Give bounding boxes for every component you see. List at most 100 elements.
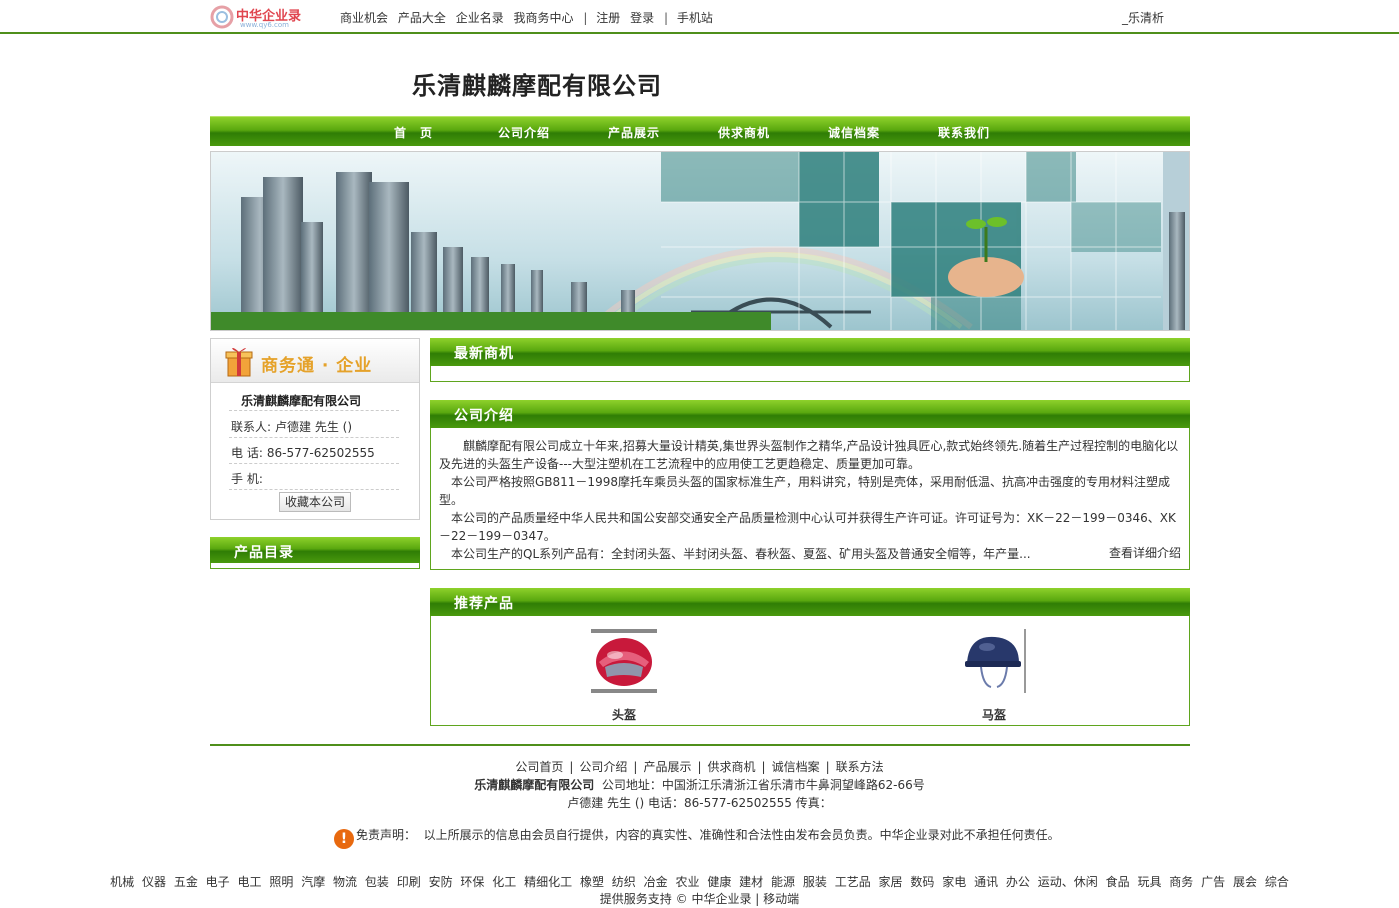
category-link[interactable]: 玩具	[1137, 875, 1161, 889]
top-nav-center[interactable]: 我商务中心	[514, 11, 574, 25]
product-name[interactable]: 头盔	[591, 706, 657, 723]
category-link[interactable]: 数码	[910, 875, 934, 889]
company-intro-text: 麒麟摩配有限公司成立十年来,招募大量设计精英,集世界头盔制作之精华,产品设计独具…	[439, 437, 1183, 563]
latest-business-title: 最新商机	[454, 346, 514, 362]
product-catalog: 产品目录	[210, 537, 420, 569]
category-link[interactable]: 环保	[460, 875, 484, 889]
nav-company-intro[interactable]: 公司介绍	[498, 124, 550, 141]
top-nav-directory[interactable]: 企业名录	[456, 11, 504, 25]
provider-link[interactable]: 中华企业录	[691, 892, 751, 906]
category-link[interactable]: 五金	[174, 875, 198, 889]
separator: |	[761, 760, 766, 774]
product-name[interactable]: 马盔	[961, 706, 1027, 723]
category-link[interactable]: 印刷	[397, 875, 421, 889]
category-link[interactable]: 食品	[1106, 875, 1130, 889]
category-link[interactable]: 运动、休闲	[1038, 875, 1098, 889]
category-link[interactable]: 橡塑	[580, 875, 604, 889]
riding-helmet-image-icon[interactable]	[961, 629, 1027, 695]
nav-supply-demand[interactable]: 供求商机	[718, 124, 770, 141]
category-link[interactable]: 商务	[1169, 875, 1193, 889]
login-link[interactable]: 登录	[630, 11, 654, 25]
contact-value: 卢德建 先生 ()	[275, 420, 353, 434]
separator: |	[755, 892, 760, 906]
view-detail-link[interactable]: 查看详细介绍	[1109, 544, 1181, 561]
category-link[interactable]: 照明	[269, 875, 293, 889]
site-logo[interactable]: 中华企业录 www.qy6.com	[210, 3, 310, 31]
separator: |	[569, 760, 574, 774]
company-intro-title: 公司介绍	[454, 408, 514, 424]
footer-link-credit[interactable]: 诚信档案	[772, 760, 820, 774]
separator: |	[825, 760, 830, 774]
divider	[229, 463, 399, 464]
nav-home[interactable]: 首 页	[394, 124, 433, 141]
helmet-image-icon[interactable]	[591, 629, 657, 695]
warning-icon: !	[334, 829, 354, 849]
phone-value: 86-577-62502555	[266, 446, 375, 460]
category-link[interactable]: 机械	[110, 875, 134, 889]
disclaimer-text: 以上所展示的信息由会员自行提供，内容的真实性、准确性和合法性由发布会员负责。中华…	[423, 828, 1060, 842]
company-card-header: 商务通 · 企业	[211, 339, 419, 383]
recommended-products-title: 推荐产品	[454, 596, 514, 612]
top-nav-products[interactable]: 产品大全	[398, 11, 446, 25]
register-link[interactable]: 注册	[596, 11, 620, 25]
mobile-site-link[interactable]: 手机站	[677, 11, 713, 25]
category-link[interactable]: 广告	[1201, 875, 1225, 889]
category-link[interactable]: 汽摩	[301, 875, 325, 889]
category-link[interactable]: 能源	[771, 875, 795, 889]
category-link[interactable]: 健康	[707, 875, 731, 889]
category-link[interactable]: 电子	[206, 875, 230, 889]
category-link[interactable]: 物流	[333, 875, 357, 889]
top-right-text: _乐清析	[1122, 11, 1165, 25]
product-card[interactable]: 头盔	[591, 629, 657, 723]
intro-paragraph: 麒麟摩配有限公司成立十年来,招募大量设计精英,集世界头盔制作之精华,产品设计独具…	[439, 439, 1179, 471]
nav-products[interactable]: 产品展示	[608, 124, 660, 141]
mobile-label: 手 机:	[231, 472, 263, 486]
gift-icon	[225, 347, 253, 377]
category-link[interactable]: 化工	[492, 875, 516, 889]
category-link[interactable]: 家居	[879, 875, 903, 889]
contact-label: 联系人:	[231, 420, 272, 434]
footer-link-intro[interactable]: 公司介绍	[579, 760, 627, 774]
footer-link-products[interactable]: 产品展示	[643, 760, 691, 774]
category-link[interactable]: 冶金	[644, 875, 668, 889]
category-link[interactable]: 通讯	[974, 875, 998, 889]
footer-link-supply[interactable]: 供求商机	[708, 760, 756, 774]
phone-row: 电 话: 86-577-62502555	[231, 444, 375, 461]
category-link[interactable]: 建材	[739, 875, 763, 889]
separator: |	[633, 760, 638, 774]
provider-label: 提供服务支持 ©	[599, 892, 688, 906]
category-link[interactable]: 服装	[803, 875, 827, 889]
footer-address: 公司地址：中国浙江乐清浙江省乐清市牛鼻洞望峰路62-66号	[601, 778, 925, 792]
mobile-link[interactable]: 移动端	[763, 892, 799, 906]
bookmark-company-button[interactable]: 收藏本公司	[279, 492, 351, 512]
footer-address-line: 乐清麒麟摩配有限公司 公司地址：中国浙江乐清浙江省乐清市牛鼻洞望峰路62-66号	[0, 776, 1399, 793]
nav-credit[interactable]: 诚信档案	[828, 124, 880, 141]
footer-divider	[210, 744, 1190, 746]
divider	[229, 410, 399, 411]
separator: |	[583, 11, 588, 25]
category-link[interactable]: 精细化工	[524, 875, 572, 889]
product-catalog-bar: 产品目录	[210, 537, 420, 563]
nav-contact[interactable]: 联系我们	[938, 124, 990, 141]
footer-link-home[interactable]: 公司首页	[515, 760, 563, 774]
recommended-products-bar: 推荐产品	[430, 588, 1190, 616]
category-link[interactable]: 安防	[429, 875, 453, 889]
category-link[interactable]: 综合	[1265, 875, 1289, 889]
footer-link-contact[interactable]: 联系方法	[836, 760, 884, 774]
category-link[interactable]: 办公	[1006, 875, 1030, 889]
top-bar: 中华企业录 www.qy6.com 商业机会 产品大全 企业名录 我商务中心 |…	[0, 0, 1399, 34]
latest-business-bar: 最新商机	[430, 338, 1190, 366]
category-link[interactable]: 包装	[365, 875, 389, 889]
product-card[interactable]: 马盔	[961, 629, 1027, 723]
category-link[interactable]: 农业	[675, 875, 699, 889]
top-nav-business[interactable]: 商业机会	[340, 11, 388, 25]
category-link[interactable]: 仪器	[142, 875, 166, 889]
intro-paragraph: 本公司生产的QL系列产品有：全封闭头盔、半封闭头盔、春秋盔、夏盔、矿用头盔及普通…	[451, 547, 1031, 561]
category-link[interactable]: 展会	[1233, 875, 1257, 889]
category-link[interactable]: 家电	[942, 875, 966, 889]
category-link[interactable]: 纺织	[612, 875, 636, 889]
separator: |	[697, 760, 702, 774]
category-link[interactable]: 工艺品	[835, 875, 871, 889]
footer-contact-line: 卢德建 先生 () 电话：86-577-62502555 传真：	[567, 796, 832, 810]
category-link[interactable]: 电工	[238, 875, 262, 889]
